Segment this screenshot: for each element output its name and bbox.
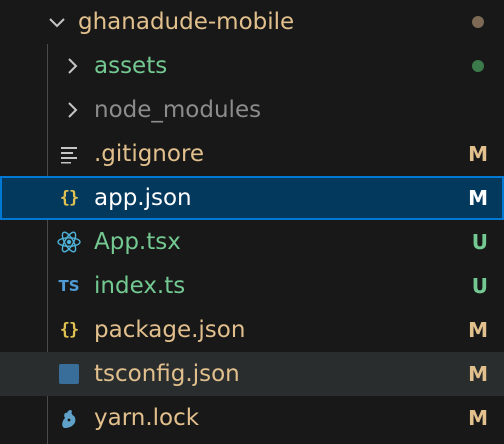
json-braces-icon: {} — [59, 320, 79, 340]
file-label: tsconfig.json — [94, 361, 240, 387]
folder-row-assets[interactable]: assets — [0, 44, 504, 88]
file-label: index.ts — [94, 273, 186, 299]
tsconfig-icon — [55, 360, 83, 388]
file-row-package-json[interactable]: {} package.json M — [0, 308, 504, 352]
file-row-tsconfig-json[interactable]: tsconfig.json M — [0, 352, 504, 396]
file-row-index-ts[interactable]: TS index.ts U — [0, 264, 504, 308]
git-status-badge: M — [468, 142, 488, 166]
file-explorer: ghanadude-mobile assets node_modules .gi… — [0, 0, 504, 444]
file-label: app.json — [94, 185, 192, 211]
file-label: .gitignore — [94, 141, 205, 167]
folder-row-node-modules[interactable]: node_modules — [0, 88, 504, 132]
file-row-yarn-lock[interactable]: yarn.lock M — [0, 396, 504, 440]
git-status-badge: M — [468, 186, 488, 210]
json-braces-icon: {} — [59, 188, 79, 208]
ts-icon: TS — [58, 277, 80, 295]
chevron-right-icon[interactable] — [62, 100, 82, 120]
folder-label: assets — [94, 53, 168, 79]
folder-label: ghanadude-mobile — [78, 9, 295, 35]
chevron-right-icon[interactable] — [62, 56, 82, 76]
git-status-badge: M — [468, 406, 488, 430]
file-label: package.json — [94, 317, 246, 343]
file-row-app-tsx[interactable]: App.tsx U — [0, 220, 504, 264]
modified-dot-indicator — [472, 16, 484, 28]
folder-label: node_modules — [94, 97, 262, 123]
git-status-badge: M — [468, 362, 488, 386]
lines-icon — [55, 140, 83, 168]
yarn-icon — [55, 404, 83, 432]
file-row-gitignore[interactable]: .gitignore M — [0, 132, 504, 176]
chevron-down-icon[interactable] — [47, 12, 67, 32]
git-status-badge: M — [468, 318, 488, 342]
file-row-app-json[interactable]: {} app.json M — [0, 176, 504, 220]
git-status-badge: U — [471, 274, 488, 298]
react-icon — [55, 228, 83, 256]
untracked-dot-indicator — [472, 60, 484, 72]
git-status-badge: U — [471, 230, 488, 254]
folder-row-ghanadude-mobile[interactable]: ghanadude-mobile — [0, 0, 504, 44]
file-label: yarn.lock — [94, 405, 200, 431]
file-label: App.tsx — [94, 229, 181, 255]
